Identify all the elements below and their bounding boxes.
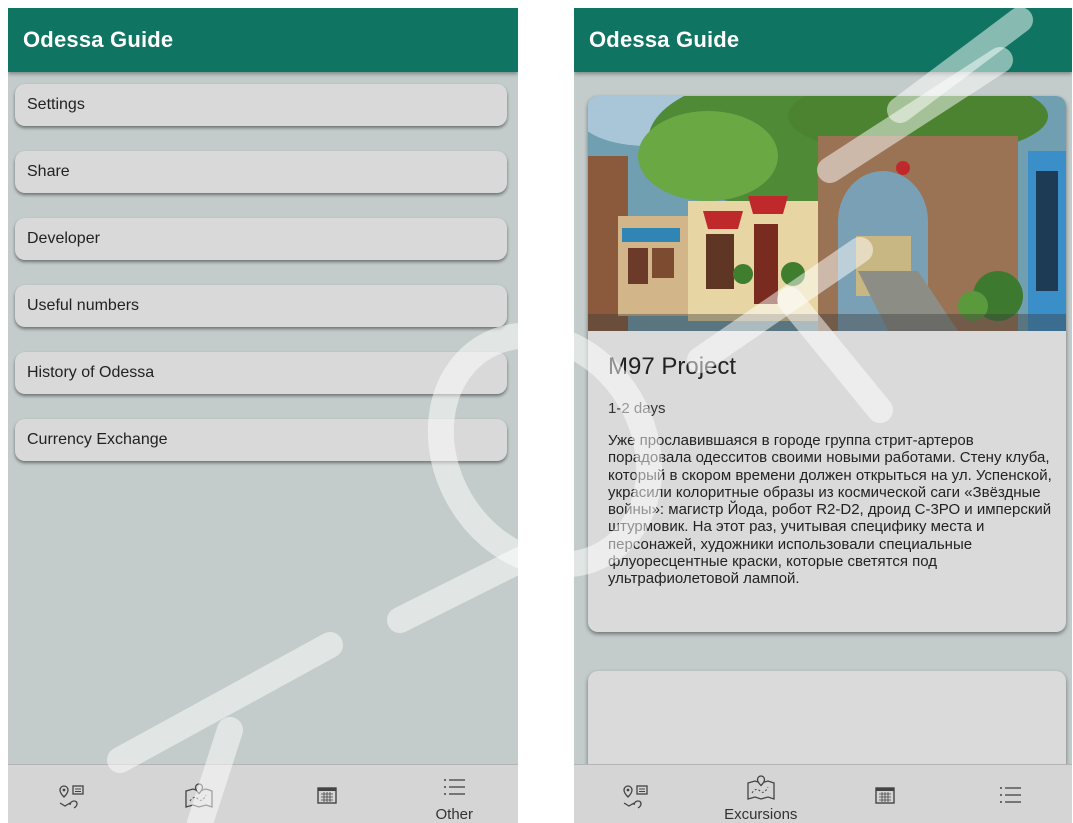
menu-item-developer[interactable]: Developer	[15, 218, 507, 260]
map-icon	[185, 783, 213, 808]
map-icon	[747, 775, 775, 800]
nav-other[interactable]	[948, 765, 1073, 823]
bottom-nav: Other	[8, 764, 518, 823]
nav-other-label: Other	[435, 806, 473, 823]
card-description: Уже прославившаяся в городе группа стрит…	[608, 432, 1052, 588]
menu-item-useful-numbers[interactable]: Useful numbers	[15, 285, 507, 327]
card-duration: 1-2 days	[608, 400, 666, 417]
right-screen: Odessa Guide M97 Project 1-2 days Уже пр…	[574, 8, 1072, 823]
calendar-icon	[875, 787, 895, 804]
card-title: M97 Project	[608, 353, 737, 380]
nav-calendar[interactable]	[823, 765, 948, 823]
menu-item-share[interactable]: Share	[15, 151, 507, 193]
app-bar: Odessa Guide	[8, 8, 518, 72]
list-icon	[999, 787, 1021, 803]
nav-calendar[interactable]	[263, 765, 391, 823]
nav-places[interactable]	[574, 765, 699, 823]
nav-map[interactable]	[136, 765, 264, 823]
nav-excursions[interactable]: Excursions	[699, 765, 824, 823]
menu-item-currency-exchange[interactable]: Currency Exchange	[15, 419, 507, 461]
nav-excursions-label: Excursions	[724, 806, 798, 823]
bottom-nav: Excursions	[574, 764, 1072, 823]
list-icon	[444, 779, 466, 795]
places-icon	[623, 785, 648, 809]
app-bar: Odessa Guide	[574, 8, 1072, 72]
excursion-card[interactable]: M97 Project 1-2 days Уже прославившаяся …	[588, 96, 1066, 632]
app-title: Odessa Guide	[23, 27, 174, 52]
app-title: Odessa Guide	[589, 27, 740, 52]
calendar-icon	[317, 787, 337, 804]
menu-item-history-of-odessa[interactable]: History of Odessa	[15, 352, 507, 394]
left-screen: Odessa Guide Settings Share Developer Us…	[8, 8, 518, 823]
nav-places[interactable]	[8, 765, 136, 823]
street-art-mural-image	[588, 96, 1066, 331]
menu-list: Settings Share Developer Useful numbers …	[15, 84, 507, 486]
menu-item-settings[interactable]: Settings	[15, 84, 507, 126]
nav-other[interactable]: Other	[391, 765, 519, 823]
places-icon	[59, 785, 84, 809]
